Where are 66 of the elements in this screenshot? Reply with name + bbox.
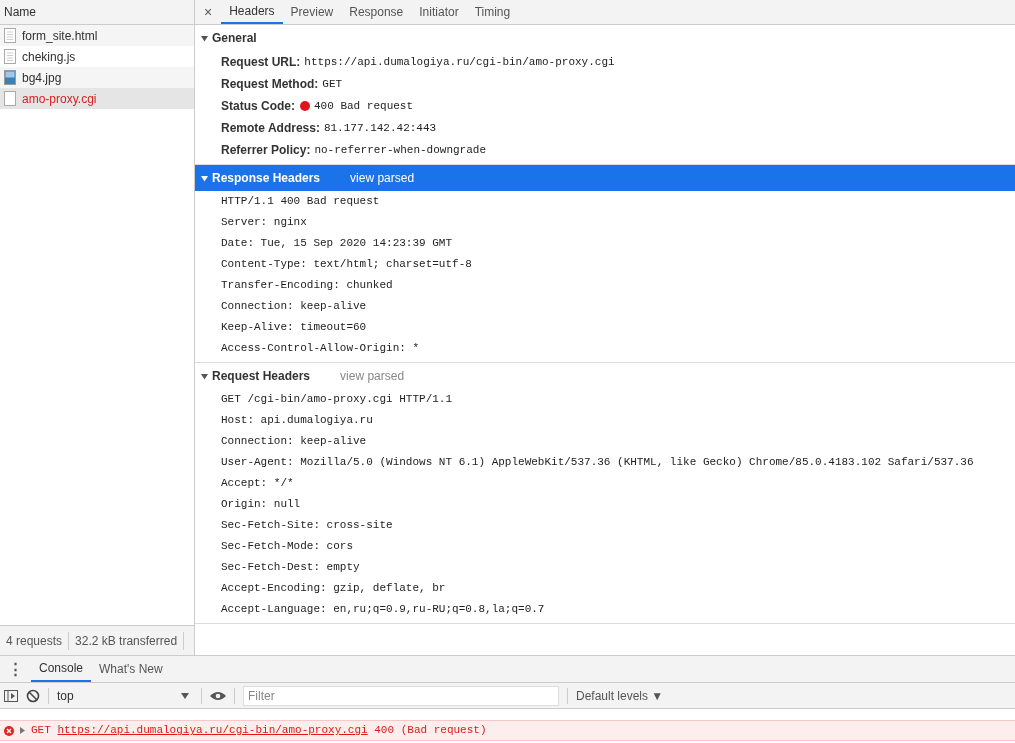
field-label: Referrer Policy: (221, 142, 311, 159)
header-line: Sec-Fetch-Mode: cors (221, 539, 354, 555)
section-header[interactable]: Request Headers view parsed (195, 363, 1015, 389)
header-line: Access-Control-Allow-Origin: * (221, 341, 420, 357)
file-icon (4, 91, 16, 106)
header-line: Keep-Alive: timeout=60 (221, 320, 367, 336)
field-label: Status Code: (221, 98, 295, 115)
field-value: GET (322, 76, 343, 92)
tab[interactable]: Preview (282, 0, 342, 24)
view-parsed-link[interactable]: view parsed (350, 169, 415, 187)
header-line: Host: api.dumalogiya.ru (221, 413, 373, 429)
error-icon (4, 725, 14, 736)
header-line: Connection: keep-alive (221, 299, 367, 315)
expanded-triangle-icon[interactable] (201, 34, 208, 42)
header-line: Origin: null (221, 497, 301, 513)
document-icon (4, 49, 16, 64)
header-line: Content-Type: text/html; charset=utf-8 (221, 257, 472, 273)
sidebar-toggle-icon[interactable] (4, 689, 18, 702)
tab[interactable]: Initiator (411, 0, 467, 24)
field-value: 81.177.142.42:443 (323, 120, 437, 136)
header-line: Accept: */* (221, 476, 294, 492)
request-row[interactable]: form_site.html (0, 25, 194, 46)
section-header[interactable]: General (195, 25, 1015, 51)
header-line: Transfer-Encoding: chunked (221, 278, 393, 294)
column-header[interactable]: Name (0, 0, 194, 25)
dropdown-caret-icon (181, 692, 189, 699)
console-error-message: GET https://api.dumalogiya.ru/cgi-bin/amo-proxy.cgi 400 (Bad request) (0, 720, 1015, 741)
clear-icon[interactable] (26, 688, 40, 703)
header-line: GET /cgi-bin/amo-proxy.cgi HTTP/1.1 (221, 392, 453, 408)
tab[interactable]: What's New (91, 656, 171, 682)
more-menu-button[interactable]: ⋮ (0, 656, 31, 682)
field-label: Request Method: (221, 76, 319, 93)
header-line: Accept-Encoding: gzip, deflate, br (221, 581, 446, 597)
header-line: HTTP/1.1 400 Bad request (221, 194, 380, 210)
image-file-icon (4, 70, 16, 85)
status-text: 32.2 kB transferred (69, 631, 185, 650)
field-value: no-referrer-when-downgrade (314, 142, 486, 158)
header-line: User-Agent: Mozilla/5.0 (Windows NT 6.1) AppleWebKit/537.36 (KHTML, like Gecko) Chrome/85.0.4183.102 Safari/537.36 (221, 455, 974, 471)
levels-dropdown[interactable]: Default levels ▼ (576, 686, 664, 705)
section-header[interactable]: Response Headers view parsed (195, 165, 1015, 191)
document-icon (4, 28, 16, 43)
header-line: Sec-Fetch-Site: cross-site (221, 518, 393, 534)
tab[interactable]: Response (341, 0, 412, 24)
request-row[interactable]: bg4.jpg (0, 67, 194, 88)
close-button[interactable]: × (195, 0, 222, 24)
expand-triangle-icon[interactable] (20, 727, 25, 734)
status-text: 4 requests (0, 631, 70, 650)
eye-icon[interactable] (210, 690, 226, 701)
tab[interactable]: Headers (221, 0, 283, 24)
tab[interactable]: Timing (466, 0, 519, 24)
view-parsed-link[interactable]: view parsed (340, 367, 405, 385)
context-select[interactable]: top (57, 686, 193, 705)
expanded-triangle-icon[interactable] (201, 174, 208, 182)
field-value: https://api.dumalogiya.ru/cgi-bin/amo-proxy.cgi (304, 54, 615, 70)
header-line: Accept-Language: en,ru;q=0.9,ru-RU;q=0.8,la;q=0.7 (221, 602, 545, 618)
header-line: Server: nginx (221, 215, 307, 231)
field-value: 400 Bad request (314, 98, 414, 114)
expanded-triangle-icon[interactable] (201, 372, 208, 380)
header-line: Date: Tue, 15 Sep 2020 14:23:39 GMT (221, 236, 453, 252)
url-link[interactable]: https://api.dumalogiya.ru/cgi-bin/amo-proxy.cgi (57, 724, 368, 737)
header-line: Connection: keep-alive (221, 434, 367, 450)
field-label: Remote Address: (221, 120, 320, 137)
filter-field[interactable]: Filter (243, 685, 559, 706)
header-line: Sec-Fetch-Dest: empty (221, 560, 360, 576)
request-row[interactable]: amo-proxy.cgi (0, 88, 194, 109)
field-label: Request URL: (221, 54, 301, 71)
